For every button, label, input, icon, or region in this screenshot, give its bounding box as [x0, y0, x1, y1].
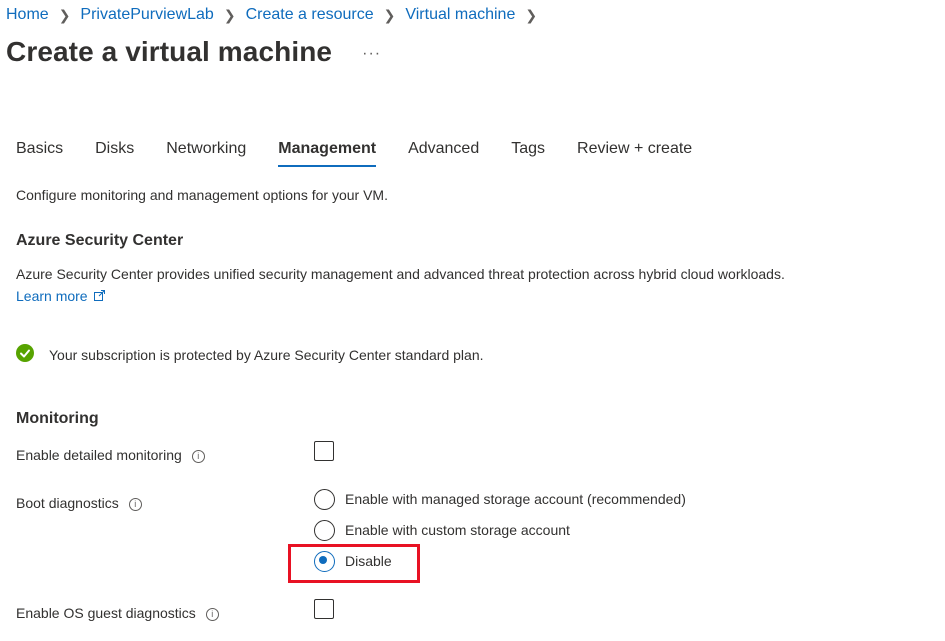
security-status-text: Your subscription is protected by Azure … — [49, 347, 484, 363]
info-icon[interactable]: i — [191, 449, 205, 463]
detailed-monitoring-checkbox[interactable] — [314, 441, 334, 461]
chevron-right-icon: ❯ — [383, 6, 396, 23]
os-guest-diagnostics-checkbox[interactable] — [314, 599, 334, 619]
title-row: Create a virtual machine ··· — [6, 36, 381, 68]
os-guest-diagnostics-label-text: Enable OS guest diagnostics — [16, 605, 196, 621]
boot-managed-storage-radio[interactable] — [314, 489, 335, 510]
chevron-right-icon: ❯ — [223, 6, 236, 23]
chevron-right-icon: ❯ — [525, 6, 538, 23]
security-heading: Azure Security Center — [16, 232, 184, 249]
tab-networking[interactable]: Networking — [166, 140, 246, 165]
boot-managed-storage-label[interactable]: Enable with managed storage account (rec… — [345, 491, 686, 507]
external-link-icon — [94, 290, 106, 301]
page-title: Create a virtual machine — [6, 36, 333, 67]
monitoring-heading: Monitoring — [16, 410, 99, 427]
breadcrumb-virtual-machine[interactable]: Virtual machine — [405, 6, 515, 24]
security-description: Azure Security Center provides unified s… — [16, 266, 785, 282]
detailed-monitoring-label: Enable detailed monitoring i — [16, 447, 205, 463]
tab-tags[interactable]: Tags — [511, 140, 545, 165]
boot-diagnostics-label: Boot diagnostics i — [16, 495, 142, 511]
success-check-icon — [16, 344, 34, 362]
tab-review-create[interactable]: Review + create — [577, 140, 692, 165]
breadcrumb: Home ❯ PrivatePurviewLab ❯ Create a reso… — [6, 6, 547, 24]
tab-bar: Basics Disks Networking Management Advan… — [16, 140, 724, 167]
highlight-box — [288, 544, 420, 583]
tab-basics[interactable]: Basics — [16, 140, 63, 165]
boot-custom-storage-label[interactable]: Enable with custom storage account — [345, 522, 570, 538]
tab-management[interactable]: Management — [278, 140, 376, 167]
tab-disks[interactable]: Disks — [95, 140, 134, 165]
boot-custom-storage-radio[interactable] — [314, 520, 335, 541]
info-icon[interactable]: i — [205, 607, 219, 621]
breadcrumb-home[interactable]: Home — [6, 6, 49, 24]
breadcrumb-resource-group[interactable]: PrivatePurviewLab — [80, 6, 213, 24]
learn-more-label: Learn more — [16, 288, 88, 304]
detailed-monitoring-label-text: Enable detailed monitoring — [16, 447, 182, 463]
info-icon[interactable]: i — [128, 497, 142, 511]
tab-advanced[interactable]: Advanced — [408, 140, 479, 165]
chevron-right-icon: ❯ — [58, 6, 71, 23]
boot-diagnostics-label-text: Boot diagnostics — [16, 495, 119, 511]
breadcrumb-create-resource[interactable]: Create a resource — [246, 6, 374, 24]
intro-text: Configure monitoring and management opti… — [16, 187, 388, 203]
learn-more-link[interactable]: Learn more — [16, 288, 106, 304]
os-guest-diagnostics-label: Enable OS guest diagnostics i — [16, 605, 219, 621]
more-options-button[interactable]: ··· — [362, 45, 381, 63]
